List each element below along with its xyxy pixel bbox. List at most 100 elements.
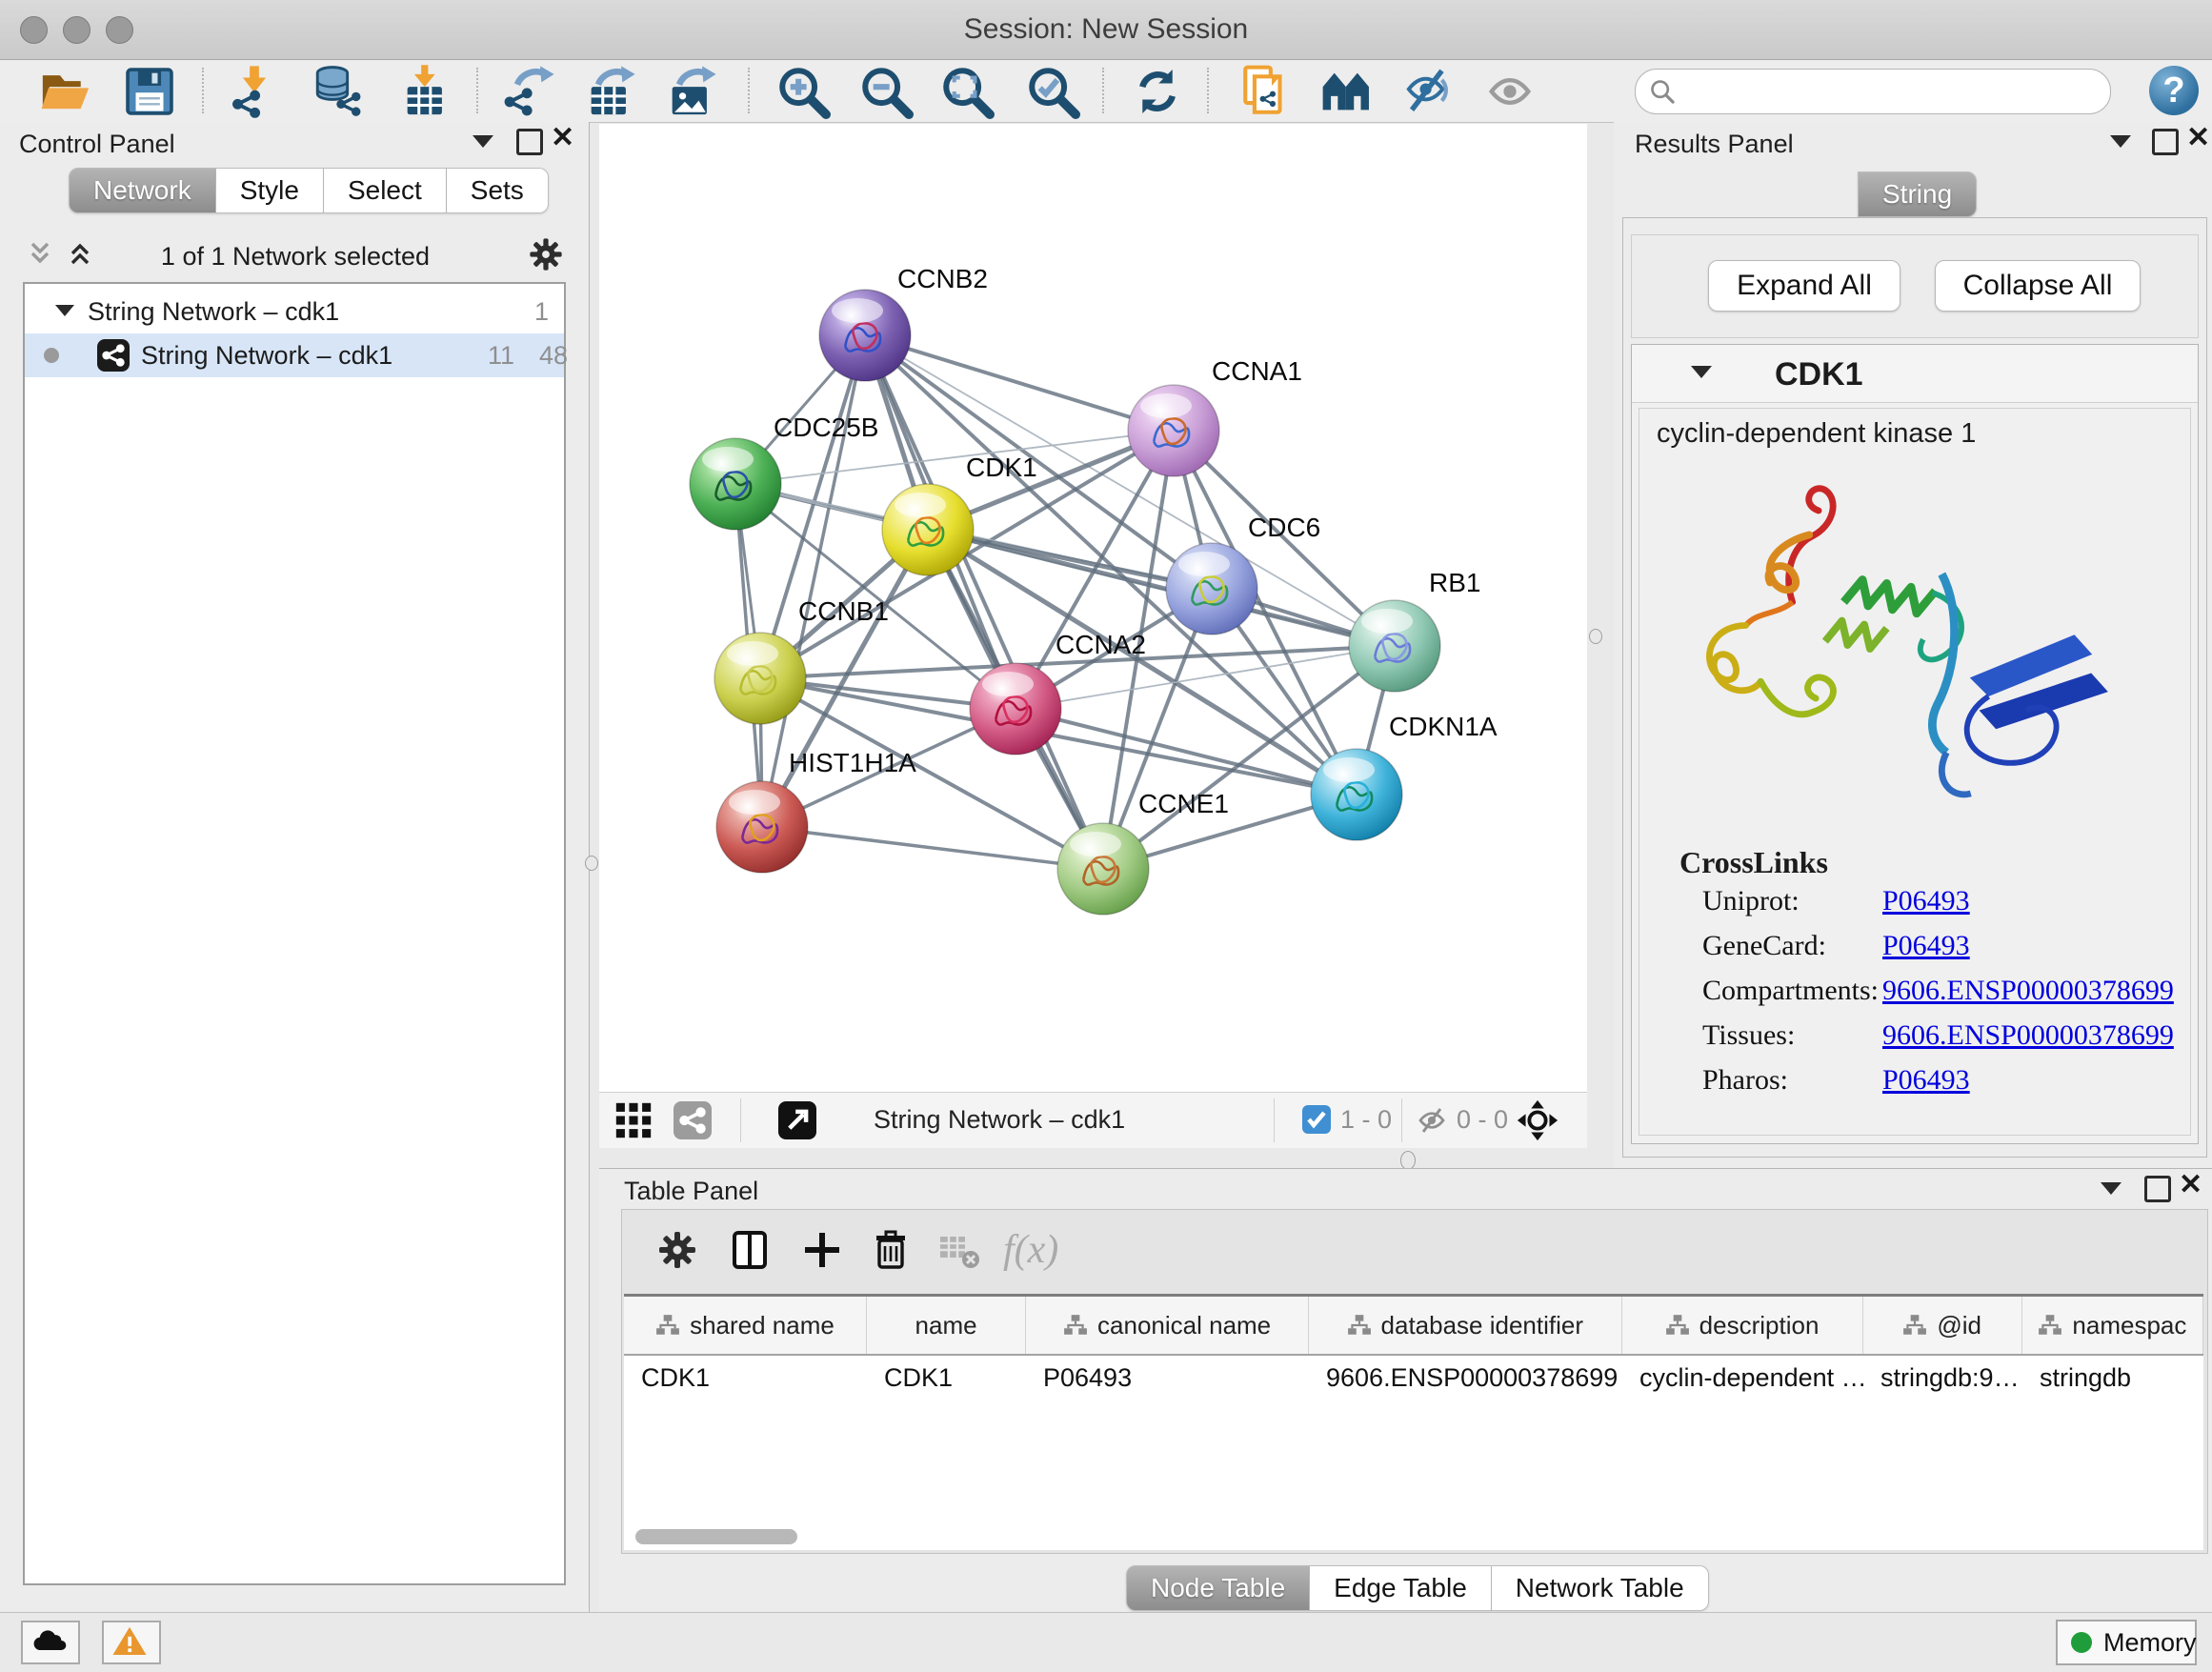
network-view-type-icon[interactable] bbox=[674, 1101, 712, 1139]
search-box[interactable] bbox=[1635, 69, 2111, 114]
tab-string[interactable]: String bbox=[1858, 171, 1977, 217]
tab-node-table[interactable]: Node Table bbox=[1126, 1565, 1310, 1611]
table-options-gear-icon[interactable] bbox=[654, 1227, 700, 1273]
float-panel-icon[interactable] bbox=[2101, 1182, 2122, 1195]
crosslink-link[interactable]: 9606.ENSP00000378699 bbox=[1882, 1019, 2174, 1052]
control-panel-title: Control Panel bbox=[19, 130, 175, 159]
table-cell[interactable]: CDK1 bbox=[867, 1356, 1026, 1400]
column-header-canonical-name[interactable]: canonical name bbox=[1026, 1297, 1309, 1354]
splitter-handle[interactable] bbox=[1400, 1151, 1416, 1170]
column-header-description[interactable]: description bbox=[1622, 1297, 1863, 1354]
birds-eye-view-icon[interactable] bbox=[778, 1101, 816, 1139]
delete-column-icon[interactable] bbox=[868, 1227, 914, 1273]
network-edge[interactable] bbox=[865, 335, 1103, 869]
import-network-file-icon[interactable] bbox=[227, 64, 282, 119]
refresh-icon[interactable] bbox=[1130, 64, 1185, 119]
tab-edge-table[interactable]: Edge Table bbox=[1310, 1565, 1492, 1611]
node-table-header[interactable]: shared namenamecanonical namedatabase id… bbox=[624, 1297, 2203, 1356]
collapse-all-button[interactable]: Collapse All bbox=[1935, 260, 2141, 312]
maximize-panel-icon[interactable] bbox=[2144, 1176, 2171, 1202]
zoom-out-icon[interactable] bbox=[858, 64, 914, 119]
string-protein-query-icon[interactable] bbox=[1238, 64, 1294, 119]
protein-card-header[interactable]: CDK1 bbox=[1632, 345, 2198, 403]
table-cell[interactable]: CDK1 bbox=[624, 1356, 867, 1400]
tab-network[interactable]: Network bbox=[69, 168, 216, 213]
import-network-database-icon[interactable] bbox=[311, 64, 366, 119]
search-input[interactable] bbox=[1683, 73, 2097, 110]
help-icon[interactable]: ? bbox=[2149, 66, 2199, 115]
column-header-namespac[interactable]: namespac bbox=[2022, 1297, 2203, 1354]
expand-all-button[interactable]: Expand All bbox=[1708, 260, 1900, 312]
table-cell[interactable]: 9606.ENSP00000378699 bbox=[1309, 1356, 1622, 1400]
crosslink-link[interactable]: P06493 bbox=[1882, 885, 1970, 917]
table-cell[interactable]: stringdb bbox=[2022, 1356, 2203, 1400]
tab-select[interactable]: Select bbox=[324, 168, 447, 213]
pan-crosshair-icon[interactable] bbox=[1516, 1098, 1559, 1142]
memory-button[interactable]: Memory bbox=[2056, 1620, 2197, 1665]
warning-status-button[interactable] bbox=[102, 1621, 161, 1664]
network-node-CDKN1A[interactable]: CDKN1A bbox=[1311, 712, 1498, 840]
tab-sets[interactable]: Sets bbox=[447, 168, 549, 213]
network-edge[interactable] bbox=[865, 335, 1174, 431]
table-cell[interactable]: stringdb:9… bbox=[1863, 1356, 2022, 1400]
collapse-all-tree-icon[interactable] bbox=[23, 238, 61, 269]
splitter-handle[interactable] bbox=[585, 856, 598, 871]
crosslink-row: Pharos:P06493 bbox=[1639, 1064, 2190, 1109]
table-row[interactable]: CDK1CDK1P064939606.ENSP00000378699cyclin… bbox=[624, 1356, 2203, 1400]
horizontal-scrollbar[interactable] bbox=[635, 1529, 797, 1544]
network-edge[interactable] bbox=[762, 827, 1103, 869]
network-node-CCNB1[interactable]: CCNB1 bbox=[714, 596, 889, 724]
selected-checkbox-icon[interactable] bbox=[1302, 1105, 1331, 1134]
maximize-panel-icon[interactable] bbox=[516, 129, 543, 155]
close-panel-icon[interactable]: ✕ bbox=[2186, 128, 2210, 149]
column-header-name[interactable]: name bbox=[867, 1297, 1026, 1354]
column-header-database-identifier[interactable]: database identifier bbox=[1309, 1297, 1622, 1354]
cloud-status-button[interactable] bbox=[21, 1621, 80, 1664]
node-label: CDC25B bbox=[774, 413, 878, 442]
export-table-icon[interactable] bbox=[582, 64, 637, 119]
network-node-RB1[interactable]: RB1 bbox=[1349, 568, 1480, 692]
title-bar: Session: New Session bbox=[0, 0, 2212, 60]
tab-network-table[interactable]: Network Table bbox=[1492, 1565, 1709, 1611]
network-canvas[interactable]: CCNB2CCNA1CDC25BCDK1CDC6RB1CCNB1CCNA2CDK… bbox=[599, 124, 1587, 1092]
zoom-selected-icon[interactable] bbox=[1025, 64, 1080, 119]
float-panel-icon[interactable] bbox=[473, 135, 493, 148]
save-session-icon[interactable] bbox=[122, 64, 177, 119]
crosslink-link[interactable]: P06493 bbox=[1882, 1064, 1970, 1097]
close-panel-icon[interactable]: ✕ bbox=[2179, 1175, 2202, 1196]
column-header-@id[interactable]: @id bbox=[1863, 1297, 2022, 1354]
table-cell[interactable]: cyclin-dependent … bbox=[1622, 1356, 1863, 1400]
crosslink-link[interactable]: 9606.ENSP00000378699 bbox=[1882, 975, 2174, 1007]
show-all-icon[interactable] bbox=[1482, 64, 1538, 119]
network-node-CDK1[interactable]: CDK1 bbox=[882, 453, 1037, 575]
crosslink-link[interactable]: P06493 bbox=[1882, 930, 1970, 962]
grid-view-icon[interactable] bbox=[614, 1101, 653, 1139]
close-panel-icon[interactable]: ✕ bbox=[551, 128, 574, 149]
maximize-panel-icon[interactable] bbox=[2152, 129, 2179, 155]
network-collection-row[interactable]: String Network – cdk1 1 bbox=[25, 290, 564, 333]
network-node-count: 11 bbox=[488, 341, 514, 371]
zoom-in-icon[interactable] bbox=[775, 64, 831, 119]
column-header-shared-name[interactable]: shared name bbox=[624, 1297, 867, 1354]
toolbar-separator bbox=[1102, 68, 1104, 113]
splitter-handle[interactable] bbox=[1589, 629, 1602, 644]
tab-style[interactable]: Style bbox=[216, 168, 324, 213]
zoom-fit-icon[interactable] bbox=[939, 64, 995, 119]
hide-selected-icon[interactable] bbox=[1400, 64, 1456, 119]
show-column-icon[interactable] bbox=[727, 1227, 773, 1273]
float-panel-icon[interactable] bbox=[2110, 135, 2131, 148]
group-nodes-icon[interactable] bbox=[1319, 64, 1375, 119]
import-table-file-icon[interactable] bbox=[398, 64, 453, 119]
export-network-icon[interactable] bbox=[501, 64, 556, 119]
table-cell[interactable]: P06493 bbox=[1026, 1356, 1309, 1400]
export-image-icon[interactable] bbox=[663, 64, 718, 119]
network-node-CCNA1[interactable]: CCNA1 bbox=[1128, 356, 1302, 476]
expand-all-tree-icon[interactable] bbox=[63, 238, 101, 269]
create-column-icon[interactable] bbox=[799, 1227, 845, 1273]
network-node-HIST1H1A[interactable]: HIST1H1A bbox=[716, 748, 916, 873]
divider bbox=[740, 1098, 741, 1142]
network-node-CCNE1[interactable]: CCNE1 bbox=[1057, 789, 1229, 915]
open-session-icon[interactable] bbox=[38, 64, 93, 119]
network-row[interactable]: String Network – cdk1 11 48 bbox=[25, 333, 564, 377]
network-options-gear-icon[interactable] bbox=[526, 234, 566, 274]
